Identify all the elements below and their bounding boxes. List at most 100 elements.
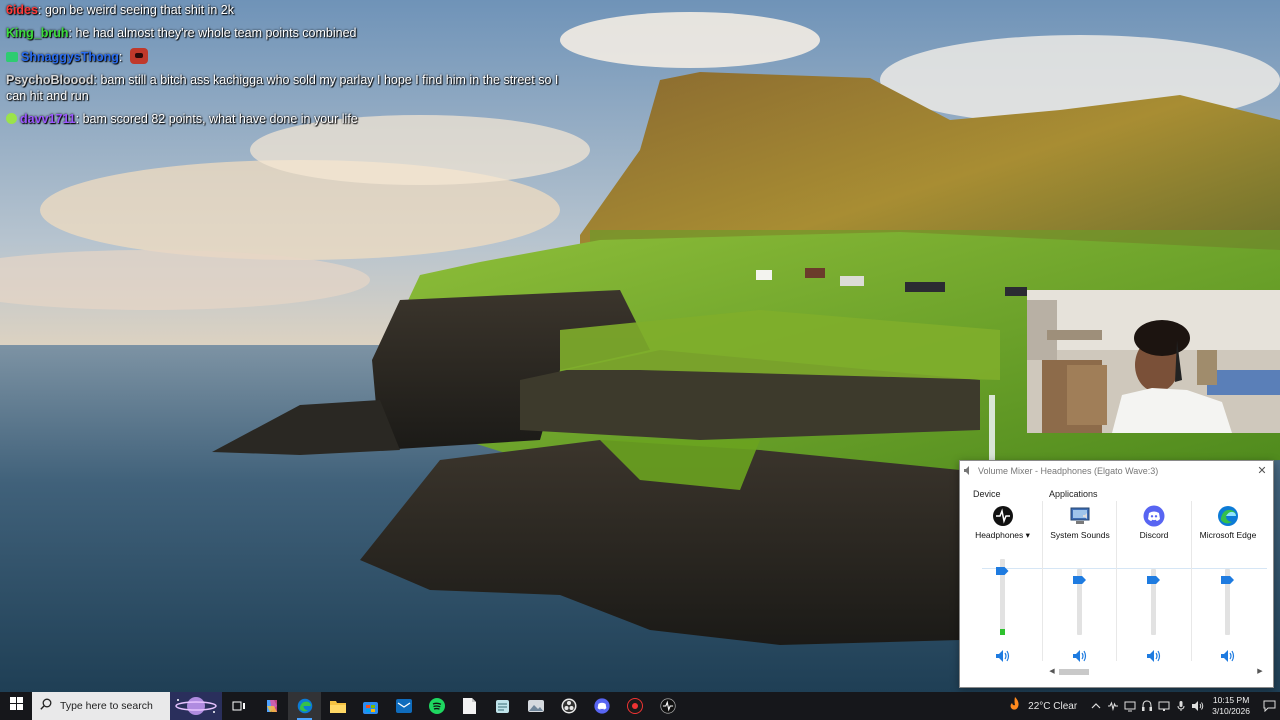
discord-volume-slider[interactable] bbox=[1147, 569, 1160, 635]
microsoft-store-icon[interactable] bbox=[354, 692, 387, 720]
device-dropdown[interactable]: Headphones ▾ bbox=[965, 530, 1040, 541]
discord-icon bbox=[1143, 505, 1165, 527]
file-explorer-icon[interactable] bbox=[321, 692, 354, 720]
clock-time: 10:15 PM bbox=[1212, 695, 1250, 705]
webcam-overlay bbox=[1027, 290, 1280, 433]
chat-badge-icon bbox=[6, 113, 17, 124]
notifications-icon[interactable] bbox=[1258, 692, 1280, 720]
discord-mute-button[interactable] bbox=[1147, 649, 1161, 662]
device-channel: Headphones ▾ bbox=[965, 501, 1040, 662]
chat-username: ShnaggysThong bbox=[21, 50, 119, 64]
taskbar-search-box[interactable]: Type here to search bbox=[32, 692, 222, 720]
network-icon[interactable] bbox=[1156, 698, 1172, 714]
chat-message: PsychoBloood: bam still a bitch ass kach… bbox=[6, 72, 566, 104]
system-sounds-volume-slider[interactable] bbox=[1073, 569, 1086, 635]
system-sounds-volume-thumb[interactable] bbox=[1073, 576, 1086, 584]
display-icon[interactable] bbox=[1122, 698, 1138, 714]
chat-message: King_bruh: he had almost they're whole t… bbox=[6, 25, 566, 41]
notes-icon[interactable] bbox=[486, 692, 519, 720]
microsoft-edge-icon bbox=[1217, 505, 1239, 527]
chat-message: 6ides: gon be weird seeing that shit in … bbox=[6, 2, 566, 18]
applications-section-label: Applications bbox=[1049, 489, 1098, 499]
system-tray: 22°C Clear 10:15 PM 3/10/2026 bbox=[1007, 692, 1280, 720]
app-name: Discord bbox=[1139, 530, 1169, 540]
search-icon bbox=[40, 697, 52, 715]
device-peak-meter bbox=[999, 629, 1005, 635]
column-divider bbox=[1116, 501, 1117, 661]
scroll-right-icon[interactable]: ▶ bbox=[1255, 667, 1265, 677]
chat-text: he had almost they're whole team points … bbox=[75, 26, 357, 40]
volume-mixer-title: Volume Mixer - Headphones (Elgato Wave:3… bbox=[978, 466, 1159, 476]
speaker-app-icon bbox=[964, 462, 973, 480]
device-name: Headphones bbox=[975, 530, 1024, 540]
weather-temperature: 22°C bbox=[1028, 700, 1051, 712]
task-view-icon[interactable] bbox=[222, 692, 255, 720]
mail-icon[interactable] bbox=[387, 692, 420, 720]
system-sounds-mute-button[interactable] bbox=[1073, 649, 1087, 662]
search-placeholder: Type here to search bbox=[60, 700, 153, 712]
chat-text: bam scored 82 points, what have done in … bbox=[82, 112, 358, 126]
app-channel-system-sounds: System Sounds bbox=[1044, 501, 1116, 662]
chat-separator: : bbox=[68, 26, 72, 40]
chat-separator: : bbox=[118, 50, 123, 64]
spotify-icon[interactable] bbox=[420, 692, 453, 720]
chat-username: King_bruh bbox=[6, 26, 69, 40]
chat-separator: : bbox=[93, 73, 97, 87]
chat-text: gon be weird seeing that shit in 2k bbox=[44, 3, 234, 17]
app-channel-microsoft-edge: Microsoft Edge bbox=[1192, 501, 1264, 662]
discord-icon[interactable] bbox=[585, 692, 618, 720]
obs-icon[interactable] bbox=[552, 692, 585, 720]
device-volume-thumb[interactable] bbox=[995, 567, 1009, 575]
wave-link-tray-icon[interactable] bbox=[1105, 698, 1121, 714]
microsoft-edge-volume-slider[interactable] bbox=[1221, 569, 1234, 635]
device-volume-slider[interactable] bbox=[995, 559, 1009, 635]
clock-date: 3/10/2026 bbox=[1212, 706, 1250, 716]
chat-separator: : bbox=[37, 3, 42, 17]
weather-widget[interactable]: 22°C Clear bbox=[1028, 701, 1077, 712]
close-icon[interactable]: ✕ bbox=[1255, 464, 1269, 478]
discord-volume-thumb[interactable] bbox=[1147, 576, 1160, 584]
system-sounds-icon bbox=[1069, 505, 1091, 527]
horizontal-scrollbar[interactable]: ◀ ▶ bbox=[1047, 667, 1265, 677]
stream-deck-icon[interactable] bbox=[618, 692, 651, 720]
copilot-icon[interactable] bbox=[255, 692, 288, 720]
chat-username: davv1711 bbox=[20, 112, 76, 126]
device-section-label: Device bbox=[973, 489, 1001, 499]
device-mute-button[interactable] bbox=[995, 649, 1010, 662]
notepad-icon[interactable] bbox=[453, 692, 486, 720]
elgato-wave-link-icon[interactable] bbox=[651, 692, 684, 720]
taskbar-clock[interactable]: 10:15 PM 3/10/2026 bbox=[1212, 695, 1250, 717]
chat-message: ShnaggysThong: bbox=[6, 48, 566, 65]
start-button[interactable] bbox=[0, 692, 32, 720]
chat-overlay: 6ides: gon be weird seeing that shit in … bbox=[6, 2, 566, 134]
search-highlight-icon bbox=[170, 692, 222, 720]
scrollbar-thumb[interactable] bbox=[1059, 669, 1089, 675]
chat-message: davv1711: bam scored 82 points, what hav… bbox=[6, 111, 566, 127]
volume-mixer-titlebar[interactable]: Volume Mixer - Headphones (Elgato Wave:3… bbox=[960, 461, 1273, 481]
weather-condition: Clear bbox=[1053, 700, 1078, 712]
chevron-down-icon: ▾ bbox=[1025, 530, 1030, 540]
taskbar: Type here to search 22°C Clear 10:15 PM … bbox=[0, 692, 1280, 720]
microsoft-edge-icon[interactable] bbox=[288, 692, 321, 720]
volume-icon[interactable] bbox=[1190, 698, 1206, 714]
windows-logo-icon bbox=[9, 697, 23, 715]
chat-separator: : bbox=[75, 112, 80, 126]
chat-username: 6ides bbox=[6, 3, 38, 17]
scroll-left-icon[interactable]: ◀ bbox=[1047, 667, 1057, 677]
chevron-up-icon[interactable] bbox=[1088, 698, 1104, 714]
column-divider bbox=[1042, 501, 1043, 661]
red-demon-emote-icon bbox=[129, 48, 148, 64]
weather-icon[interactable] bbox=[1007, 696, 1023, 717]
app-name: Microsoft Edge bbox=[1199, 530, 1257, 540]
elgato-wave-link-icon[interactable] bbox=[992, 505, 1014, 527]
volume-mixer-window: Volume Mixer - Headphones (Elgato Wave:3… bbox=[959, 460, 1274, 688]
microphone-icon[interactable] bbox=[1173, 698, 1189, 714]
app-channel-discord: Discord bbox=[1118, 501, 1190, 662]
chat-username: PsychoBloood bbox=[6, 73, 94, 87]
chat-badge-icon bbox=[6, 52, 18, 62]
microsoft-edge-volume-thumb[interactable] bbox=[1221, 576, 1234, 584]
app-name: System Sounds bbox=[1050, 530, 1110, 540]
photos-icon[interactable] bbox=[519, 692, 552, 720]
microsoft-edge-mute-button[interactable] bbox=[1221, 649, 1235, 662]
headset-icon[interactable] bbox=[1139, 698, 1155, 714]
